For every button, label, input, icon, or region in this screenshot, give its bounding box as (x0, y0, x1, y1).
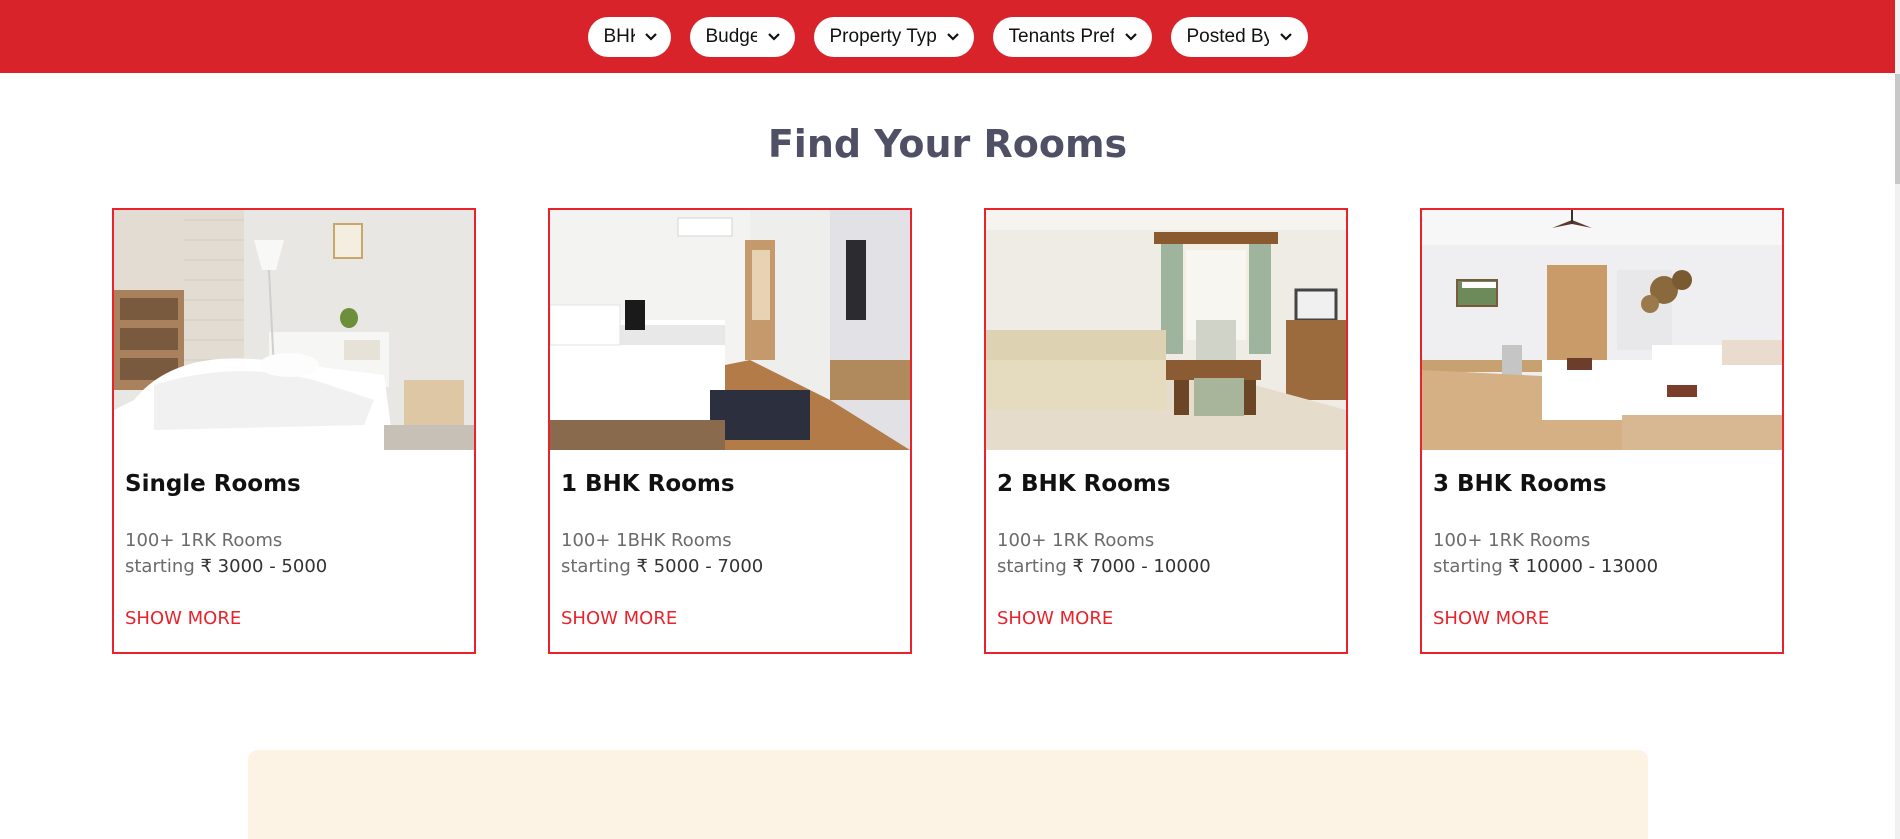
chevron-down-icon (1122, 32, 1140, 42)
scrollbar-thumb[interactable] (1895, 74, 1900, 184)
card-room-count: 100+ 1RK Rooms (1433, 530, 1591, 551)
filter-posted-by-label: Posted By (1186, 25, 1269, 47)
room-photo-1bhk (550, 210, 910, 450)
filter-property-type-label: Property Type (829, 25, 936, 47)
filter-bhk[interactable]: BHK (587, 16, 671, 57)
filter-bhk-label: BHK (603, 25, 635, 47)
filter-property-type[interactable]: Property Type (813, 16, 974, 57)
filter-tenants-preference[interactable]: Tenants Prefa (992, 16, 1152, 57)
card-title: 3 BHK Rooms (1433, 471, 1607, 497)
card-room-count: 100+ 1BHK Rooms (561, 530, 732, 551)
show-more-link[interactable]: SHOW MORE (1433, 608, 1549, 629)
filter-budget-label: Budget (705, 25, 758, 47)
card-title: Single Rooms (125, 471, 301, 497)
card-price-prefix: starting (561, 556, 631, 577)
chevron-down-icon (1277, 32, 1296, 42)
room-photo-single (114, 210, 474, 450)
card-title: 2 BHK Rooms (997, 471, 1171, 497)
chevron-down-icon (765, 32, 782, 42)
room-photo-3bhk (1422, 210, 1782, 450)
room-photo-2bhk (986, 210, 1346, 450)
card-room-count: 100+ 1RK Rooms (997, 530, 1155, 551)
card-price-prefix: starting (997, 556, 1067, 577)
room-card-2bhk[interactable]: 2 BHK Rooms 100+ 1RK Rooms starting ₹ 70… (984, 208, 1348, 654)
show-more-link[interactable]: SHOW MORE (997, 608, 1113, 629)
card-price: starting ₹ 3000 - 5000 (125, 556, 327, 577)
room-card-1bhk[interactable]: 1 BHK Rooms 100+ 1BHK Rooms starting ₹ 5… (548, 208, 912, 654)
card-price-range: ₹ 3000 - 5000 (200, 556, 328, 577)
card-room-count: 100+ 1RK Rooms (125, 530, 283, 551)
card-title: 1 BHK Rooms (561, 471, 735, 497)
chevron-down-icon (944, 32, 962, 42)
show-more-link[interactable]: SHOW MORE (561, 608, 677, 629)
card-price-prefix: starting (125, 556, 195, 577)
card-price: starting ₹ 10000 - 13000 (1433, 556, 1658, 577)
room-card-single[interactable]: Single Rooms 100+ 1RK Rooms starting ₹ 3… (112, 208, 476, 654)
card-price: starting ₹ 7000 - 10000 (997, 556, 1211, 577)
chevron-down-icon (643, 32, 659, 42)
filter-budget[interactable]: Budget (689, 16, 795, 57)
filter-bar: BHK Budget Property Type Tenants Prefa P… (0, 0, 1895, 73)
card-price-range: ₹ 5000 - 7000 (636, 556, 764, 577)
filter-tenants-label: Tenants Prefa (1008, 25, 1114, 47)
card-price-prefix: starting (1433, 556, 1503, 577)
filter-posted-by[interactable]: Posted By (1170, 16, 1308, 57)
card-price: starting ₹ 5000 - 7000 (561, 556, 763, 577)
room-card-3bhk[interactable]: 3 BHK Rooms 100+ 1RK Rooms starting ₹ 10… (1420, 208, 1784, 654)
card-price-range: ₹ 7000 - 10000 (1072, 556, 1211, 577)
promo-panel (248, 750, 1648, 839)
card-price-range: ₹ 10000 - 13000 (1508, 556, 1659, 577)
section-title: Find Your Rooms (767, 122, 1128, 166)
show-more-link[interactable]: SHOW MORE (125, 608, 241, 629)
